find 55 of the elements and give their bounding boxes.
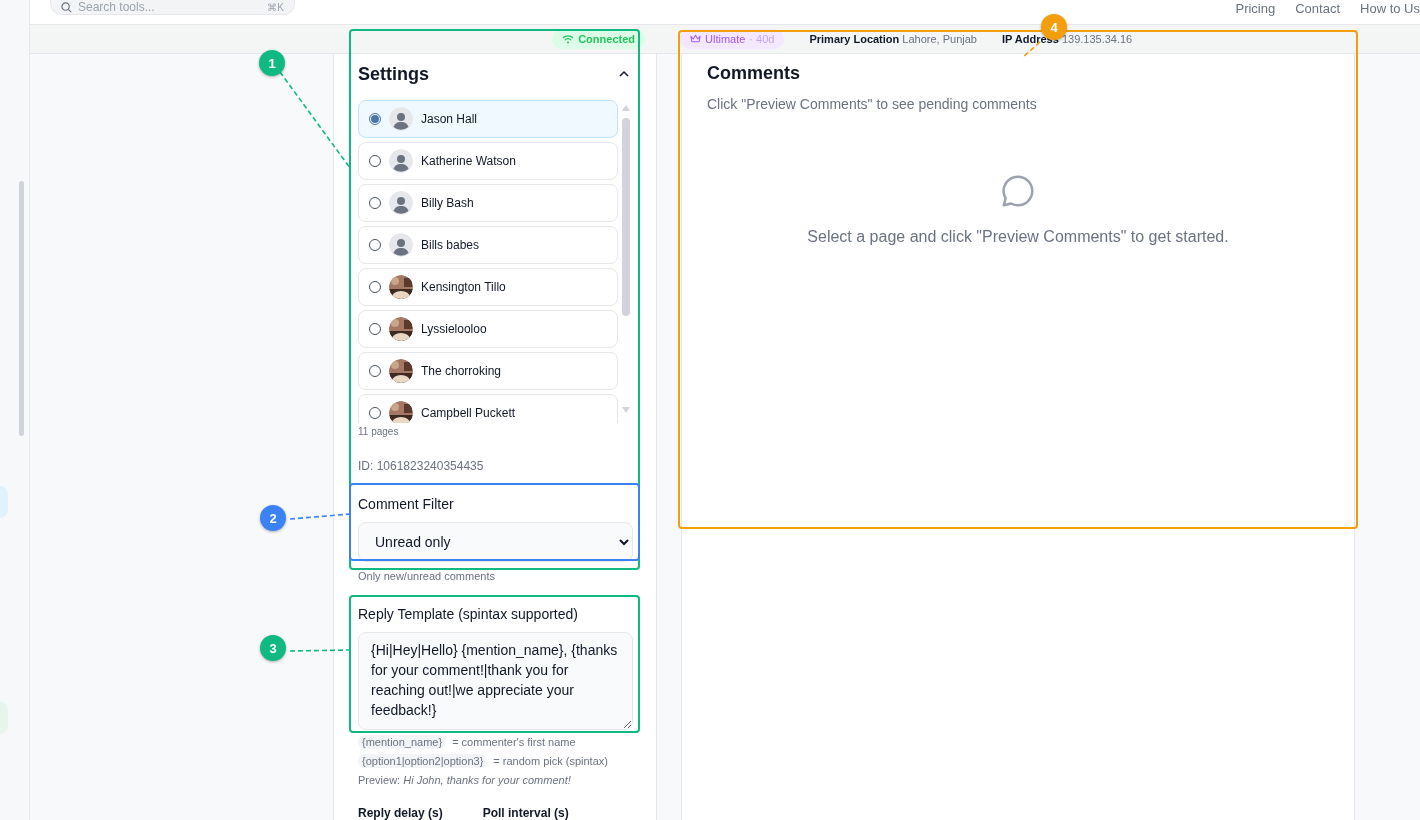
page-item[interactable]: Bills babes — [358, 226, 618, 264]
page-item[interactable]: Campbell Puckett — [358, 394, 618, 423]
empty-state-text: Select a page and click "Preview Comments" to get started. — [807, 228, 1229, 246]
page-id: ID: 1061823240354435 — [358, 459, 485, 473]
page-name: Kensington Tillo — [421, 280, 506, 294]
nav-link[interactable]: Contact — [1295, 1, 1341, 16]
page-name: Bills babes — [421, 238, 480, 252]
leader-line — [289, 649, 351, 652]
section-title: Settings — [358, 63, 429, 85]
field-label: Reply delay (s) — [358, 806, 443, 820]
radio-button[interactable] — [369, 113, 381, 125]
hint-text: = random pick (spintax) — [493, 755, 608, 767]
page-item[interactable]: Kensington Tillo — [358, 268, 618, 306]
section-title: Comments — [707, 63, 801, 84]
leader-line — [1021, 41, 1041, 59]
page-name: Katherine Watson — [421, 154, 516, 168]
avatar-icon — [389, 149, 413, 173]
nav-link[interactable]: How to Us — [1360, 1, 1420, 16]
page-name: Jason Hall — [421, 112, 478, 126]
subtitle: Click "Preview Comments" to see pending comments — [707, 96, 1038, 112]
wifi-icon — [562, 34, 575, 45]
annotation-marker: 1 — [259, 50, 285, 76]
page-name: Lyssielooloo — [421, 322, 487, 336]
preview-text: Preview: Hi John, thanks for your comment! — [358, 774, 572, 786]
scrollbar[interactable] — [19, 181, 24, 436]
leader-line — [289, 513, 351, 520]
page-name: The chorroking — [421, 364, 502, 378]
page-count: 11 pages — [358, 426, 400, 437]
page-name: Billy Bash — [421, 196, 474, 210]
page-item[interactable]: Billy Bash — [358, 184, 618, 222]
shortcut-label: ⌘K — [267, 1, 284, 13]
input-field[interactable]: {Hi|Hey|Hello} {mention_name}, {thanks for your comment!|thank you for reaching out!|we appreciate your feedback!} — [358, 632, 633, 730]
annotation-marker: 3 — [260, 635, 286, 661]
page-name: Campbell Puckett — [421, 406, 516, 420]
field-label: Comment Filter — [358, 496, 455, 512]
field-hint: Only new/unread comments — [358, 570, 496, 582]
nav-link[interactable]: Pricing — [1235, 1, 1276, 16]
avatar-icon — [389, 233, 413, 257]
avatar-icon — [389, 107, 413, 131]
plan-badge: Ultimate · 40d — [680, 29, 785, 50]
annotation-marker: 2 — [260, 505, 286, 531]
field-label: Poll interval (s) — [482, 806, 569, 820]
page-item[interactable]: Katherine Watson — [358, 142, 618, 180]
hint-text: = commenter's first name — [452, 736, 576, 748]
avatar-icon — [389, 191, 413, 215]
page-item[interactable]: Lyssielooloo — [358, 310, 618, 348]
select-field[interactable]: Unread only — [358, 522, 633, 562]
code-tag: {mention_name} — [358, 735, 447, 749]
page-item[interactable]: The chorroking — [358, 352, 618, 390]
field-label: Reply Template (spintax supported) — [358, 606, 579, 622]
crown-icon — [690, 34, 701, 45]
page-item[interactable]: Jason Hall — [358, 100, 618, 138]
search-icon — [61, 1, 72, 13]
code-tag: {option1|option2|option3} — [358, 754, 488, 768]
location-info: Primary Location Lahore, Punjab — [809, 33, 977, 46]
